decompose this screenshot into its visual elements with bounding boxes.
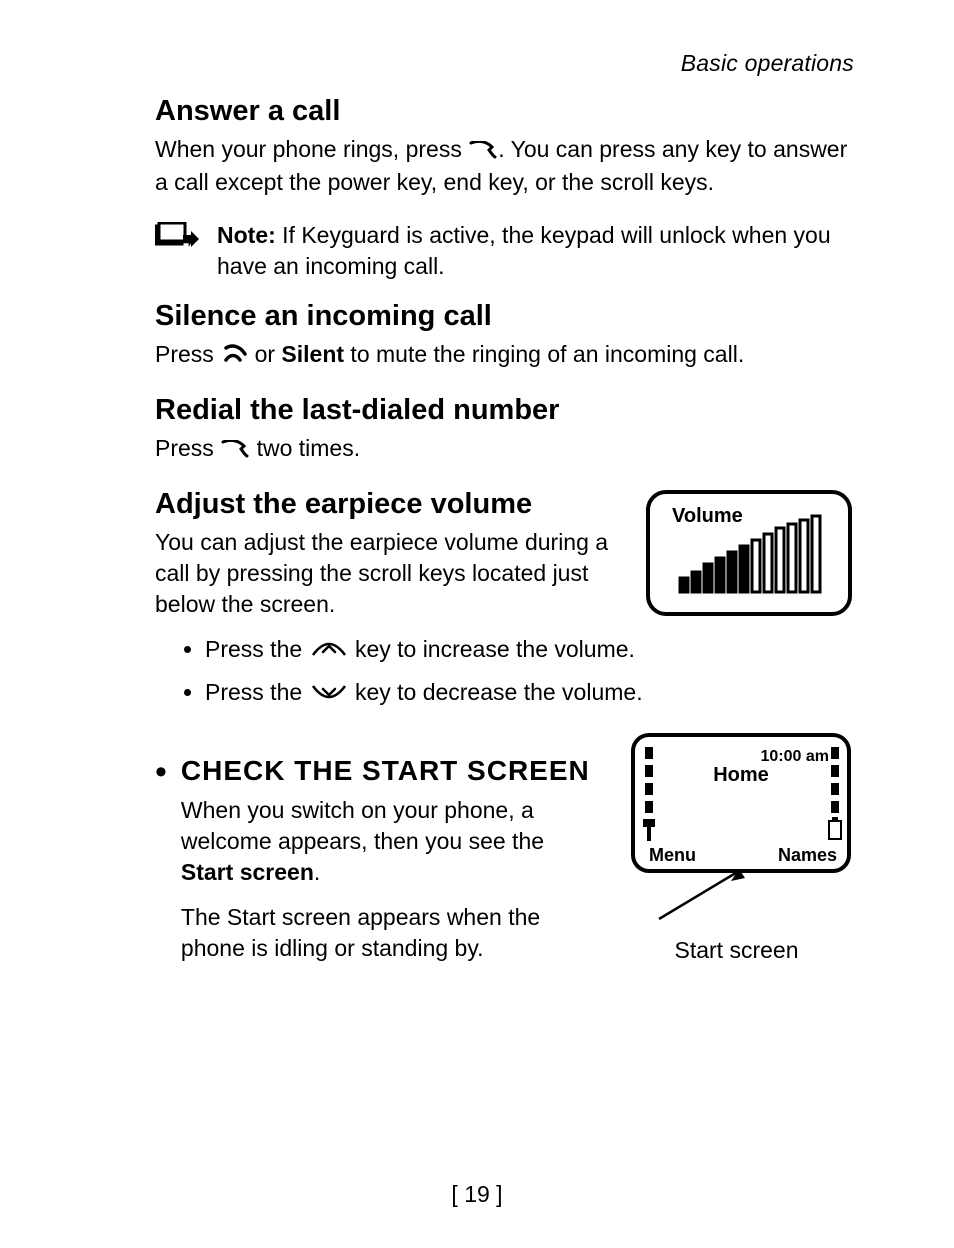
paragraph-adjust-volume: You can adjust the earpiece volume durin… (155, 527, 626, 620)
figure-volume-screen: Volume (644, 488, 854, 623)
silent-label: Silent (281, 341, 344, 367)
start-screen-time: 10:00 am (761, 748, 830, 765)
paragraph-start-screen-2: The Start screen appears when the phone … (181, 902, 601, 964)
text: Press the (205, 636, 309, 662)
text: to mute the ringing of an incoming call. (344, 341, 744, 367)
paragraph-redial: Press two times. (155, 433, 854, 466)
heading-silence-call: Silence an incoming call (155, 300, 854, 333)
text: . (314, 859, 320, 885)
note-block: Note: If Keyguard is active, the keypad … (155, 220, 854, 282)
text: key to decrease the volume. (355, 679, 643, 705)
start-screen-caption: Start screen (675, 937, 799, 964)
paragraph-start-screen-1: When you switch on your phone, a welcome… (181, 795, 601, 888)
note-icon (155, 222, 199, 257)
text: or (255, 341, 282, 367)
text: When your phone rings, press (155, 136, 468, 162)
scroll-down-key-icon (309, 679, 349, 710)
paragraph-silence-call: Press or Silent to mute the ringing of a… (155, 339, 854, 372)
list-item: Press the key to increase the volume. (205, 634, 854, 667)
send-key-icon (220, 435, 250, 466)
text: two times. (250, 435, 360, 461)
figure-start-screen: 10:00 am Home Menu Names (619, 731, 854, 931)
running-header: Basic operations (155, 50, 854, 77)
heading-redial: Redial the last-dialed number (155, 394, 854, 427)
scroll-up-key-icon (309, 636, 349, 667)
send-key-icon (468, 136, 498, 167)
heading-adjust-volume: Adjust the earpiece volume (155, 488, 626, 521)
end-key-icon (220, 341, 248, 372)
text: Press the (205, 679, 309, 705)
volume-bullet-list: Press the key to increase the volume. Pr… (155, 634, 854, 710)
start-screen-softkey-right: Names (778, 845, 837, 865)
paragraph-answer-call: When your phone rings, press . You can p… (155, 134, 854, 198)
text: Press (155, 435, 220, 461)
start-screen-term: Start screen (181, 859, 314, 885)
text: When you switch on your phone, a welcome… (181, 797, 544, 854)
page-number: [ 19 ] (0, 1181, 954, 1208)
start-screen-softkey-left: Menu (649, 845, 696, 865)
note-label: Note: (217, 222, 276, 248)
text: Press (155, 341, 220, 367)
volume-screen-label: Volume (672, 505, 743, 527)
heading-check-start-screen: CHECK THE START SCREEN (181, 755, 601, 787)
text: key to increase the volume. (355, 636, 635, 662)
start-screen-title: Home (713, 764, 769, 786)
note-text: If Keyguard is active, the keypad will u… (217, 222, 831, 279)
heading-answer-call: Answer a call (155, 95, 854, 128)
list-item: Press the key to decrease the volume. (205, 677, 854, 710)
section-bullet-icon: • (155, 757, 167, 788)
